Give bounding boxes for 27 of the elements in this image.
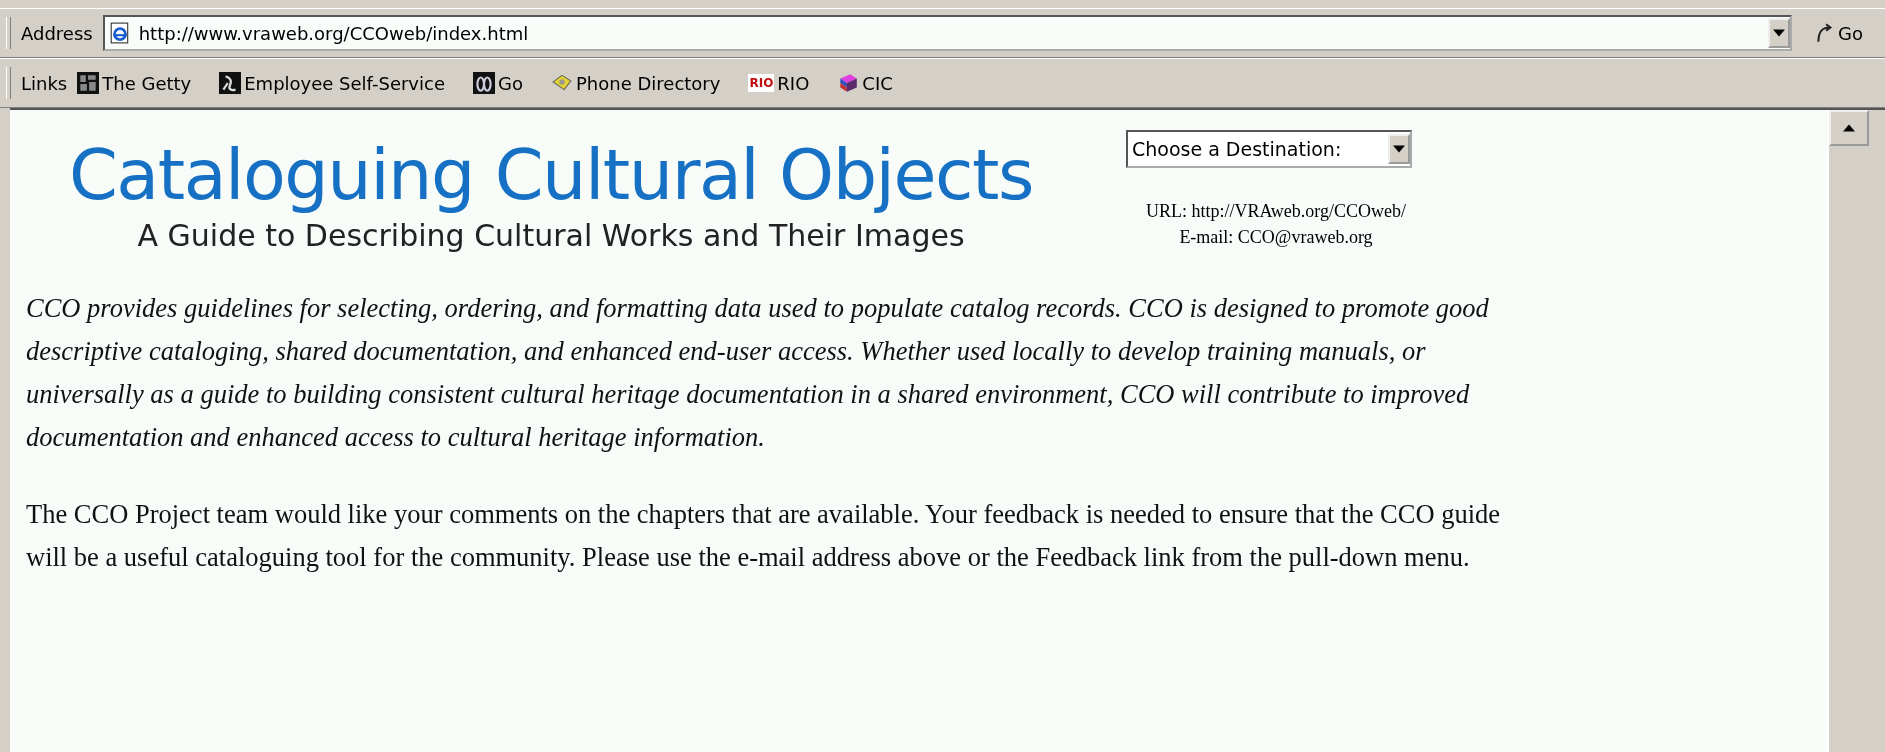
caret-icon <box>1393 145 1405 153</box>
bookmark-link[interactable]: CIC <box>837 72 893 94</box>
destination-select[interactable]: Choose a Destination: <box>1126 130 1412 168</box>
bookmark-link[interactable]: RIO RIO <box>748 72 810 94</box>
page-title: Cataloguing Cultural Objects <box>69 134 1033 216</box>
paragraph: The CCO Project team would like your comments on the chapters that are available. Your feedback is needed to ensure that the CCO guide will be a useful cataloguing tool for the community. Please use the e-mail address above or the Feedback link from the pull-down menu. <box>26 498 1501 574</box>
caret-icon <box>1773 29 1786 37</box>
url-text: URL: http://VRAweb.org/CCOweb/ <box>1146 200 1406 223</box>
bookmark-link[interactable]: The Getty <box>77 72 192 94</box>
paragraph: CCO provides guidelines for selecting, ordering, and formatting data used to populate catalog records. CCO is designed to promote good descriptive cataloging, shared documentation, and enhanced end-user access. Whether used locally to develop training manuals, or universally as a guide to building consistent cultural heritage documentation in a shared environment, CCO will contribute to improved documentation and enhanced access to cultural heritage information. <box>26 292 1490 454</box>
page-icon <box>108 22 131 44</box>
scroll-up-button[interactable] <box>1829 110 1869 146</box>
bookmark-link[interactable]: Employee Self-Service <box>219 72 445 94</box>
bookmark-link[interactable]: Phone Directory <box>550 72 721 94</box>
rings-icon <box>473 72 495 94</box>
books-icon <box>837 72 860 94</box>
links-label: Links <box>20 72 69 94</box>
go-button[interactable]: Go <box>1798 22 1879 44</box>
page-subtitle: A Guide to Describing Cultural Works and Their Images <box>137 218 965 253</box>
up-arrow-icon <box>1843 124 1855 132</box>
email-text: E-mail: CCO@vraweb.org <box>1178 226 1374 249</box>
grid-icon <box>77 72 100 94</box>
address-field[interactable]: http://www.vraweb.org/CCOweb/index.html <box>102 15 1793 51</box>
rio-logo: RIO <box>748 74 775 92</box>
dropdown-button[interactable] <box>1768 18 1791 48</box>
bookmark-link[interactable]: Go <box>473 72 523 94</box>
address-label: Address <box>20 22 94 44</box>
